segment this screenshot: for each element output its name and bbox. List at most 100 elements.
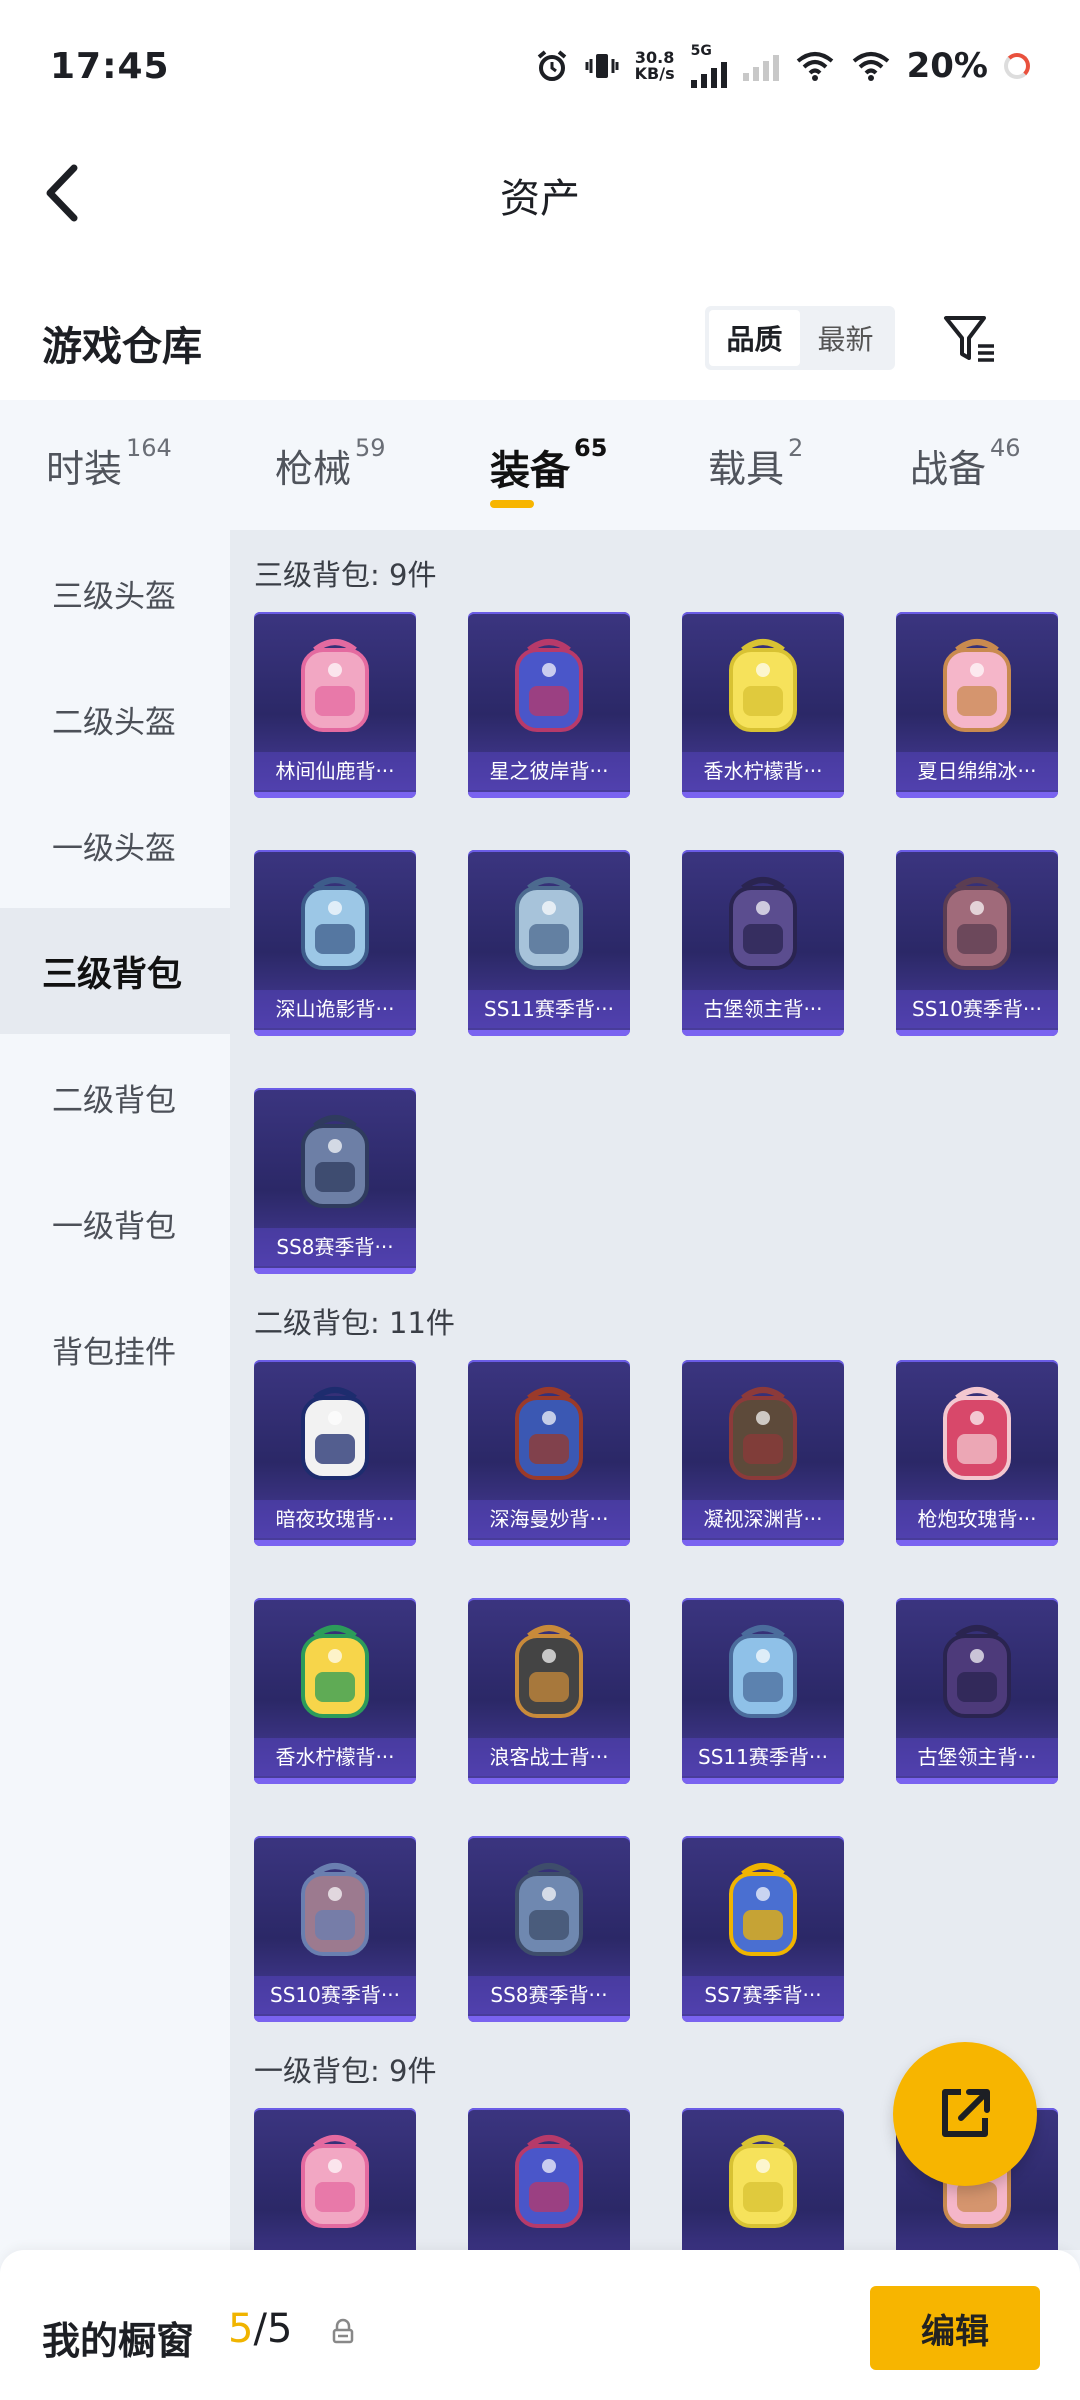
item-card[interactable]: 深海曼妙背···: [468, 1360, 630, 1546]
backpack-icon: [943, 1625, 1011, 1718]
tab-label: 枪械: [275, 447, 352, 491]
item-card[interactable]: 夏日绵绵冰···: [896, 612, 1058, 798]
alarm-icon: [537, 50, 566, 81]
sidebar-item-backpack-2[interactable]: 二级背包: [0, 1034, 230, 1160]
backpack-icon: [515, 639, 583, 732]
item-card[interactable]: 古堡领主背···: [896, 1598, 1058, 1784]
item-card[interactable]: 浪客战士背···: [468, 1598, 630, 1784]
item-card[interactable]: 枪炮玫瑰背···: [896, 1360, 1058, 1546]
tab-count: 46: [990, 434, 1021, 462]
section-title: 二级背包: 11件: [254, 1306, 455, 1340]
app-header: 资产: [0, 140, 1080, 250]
item-card-label: 古堡领主背···: [896, 1738, 1058, 1776]
sidebar-item-backpack-charm[interactable]: 背包挂件: [0, 1286, 230, 1412]
tab-label: 时装: [46, 447, 123, 491]
backpack-icon: [515, 1625, 583, 1718]
tab-label: 载具: [708, 447, 785, 491]
showcase-count-current: 5: [228, 2306, 254, 2352]
item-card-label: SS8赛季背···: [254, 1228, 416, 1266]
sidebar-item-backpack-3[interactable]: 三级背包: [0, 908, 230, 1034]
active-tab-indicator: [490, 500, 534, 508]
network-speed: 30.8 KB/s: [635, 50, 675, 82]
backpack-icon: [729, 1387, 797, 1480]
item-card-label: 深山诡影背···: [254, 990, 416, 1028]
backpack-icon: [729, 639, 797, 732]
item-card[interactable]: SS11赛季背···: [468, 850, 630, 1036]
backpack-icon: [301, 1625, 369, 1718]
wifi-icon-2: [852, 52, 889, 81]
section-title: 三级背包: 9件: [254, 558, 437, 592]
warehouse-header: 游戏仓库 品质 最新: [0, 250, 1080, 400]
sort-newest-button[interactable]: 最新: [800, 310, 891, 366]
vibrate-icon: [585, 54, 619, 78]
share-button[interactable]: [893, 2042, 1037, 2186]
tab-equipment[interactable]: 装备 65: [490, 434, 607, 496]
backpack-icon: [301, 639, 369, 732]
backpack-icon: [301, 1387, 369, 1480]
sidebar-item-helmet-1[interactable]: 一级头盔: [0, 782, 230, 908]
item-card-label: 暗夜玫瑰背···: [254, 1500, 416, 1538]
backpack-icon: [943, 639, 1011, 732]
lock-icon: [332, 2318, 354, 2344]
page-title: 资产: [500, 176, 580, 222]
sidebar-item-helmet-3[interactable]: 三级头盔: [0, 530, 230, 656]
item-card-label: 枪炮玫瑰背···: [896, 1500, 1058, 1538]
tab-vehicles[interactable]: 载具 2: [708, 434, 803, 493]
battery-icon: [1004, 53, 1030, 79]
tab-count: 2: [788, 434, 804, 462]
item-card[interactable]: SS11赛季背···: [682, 1598, 844, 1784]
filter-icon[interactable]: [940, 308, 1000, 368]
item-card[interactable]: SS8赛季背···: [254, 1088, 416, 1274]
network-type: 5G: [690, 43, 712, 59]
item-card-label: SS10赛季背···: [896, 990, 1058, 1028]
backpack-icon: [301, 877, 369, 970]
edit-button[interactable]: 编辑: [870, 2286, 1040, 2370]
backpack-icon: [943, 877, 1011, 970]
item-card-label: 林间仙鹿背···: [254, 752, 416, 790]
backpack-icon: [515, 877, 583, 970]
sidebar-item-helmet-2[interactable]: 二级头盔: [0, 656, 230, 782]
item-card-label: SS7赛季背···: [682, 1976, 844, 2014]
tab-count: 65: [574, 434, 608, 462]
section-title: 一级背包: 9件: [254, 2054, 437, 2088]
item-card[interactable]: [254, 2108, 416, 2250]
wifi-icon: [796, 52, 833, 81]
item-card[interactable]: SS10赛季背···: [896, 850, 1058, 1036]
tab-count: 164: [126, 434, 172, 462]
tab-fashion[interactable]: 时装 164: [46, 434, 172, 493]
showcase-count: 5/5: [228, 2306, 292, 2352]
item-card[interactable]: 香水柠檬背···: [682, 612, 844, 798]
status-time: 17:45: [50, 46, 170, 87]
item-card[interactable]: [682, 2108, 844, 2250]
item-card[interactable]: SS8赛季背···: [468, 1836, 630, 2022]
item-card[interactable]: 暗夜玫瑰背···: [254, 1360, 416, 1546]
item-card[interactable]: 林间仙鹿背···: [254, 612, 416, 798]
backpack-icon: [515, 1863, 583, 1956]
showcase-count-separator: /: [253, 2306, 267, 2352]
subcategory-sidebar: 三级头盔 二级头盔 一级头盔 三级背包 二级背包 一级背包 背包挂件: [0, 530, 230, 2250]
item-card[interactable]: [468, 2108, 630, 2250]
signal-5g: 5G: [690, 43, 727, 88]
signal-sim2-icon: [742, 51, 779, 81]
tab-supplies[interactable]: 战备 46: [910, 434, 1021, 493]
item-card-label: SS11赛季背···: [468, 990, 630, 1028]
item-card[interactable]: 深山诡影背···: [254, 850, 416, 1036]
item-card[interactable]: 凝视深渊背···: [682, 1360, 844, 1546]
status-icons: 30.8 KB/s 5G 20%: [535, 44, 1030, 88]
share-external-icon: [942, 2089, 990, 2137]
item-card[interactable]: 星之彼岸背···: [468, 612, 630, 798]
sidebar-item-backpack-1[interactable]: 一级背包: [0, 1160, 230, 1286]
tab-weapons[interactable]: 枪械 59: [275, 434, 386, 493]
item-card-label: 香水柠檬背···: [254, 1738, 416, 1776]
sort-quality-button[interactable]: 品质: [709, 310, 800, 366]
item-card[interactable]: 香水柠檬背···: [254, 1598, 416, 1784]
sort-toggle: 品质 最新: [705, 306, 895, 370]
showcase-label: 我的橱窗: [42, 2319, 195, 2363]
item-card[interactable]: SS10赛季背···: [254, 1836, 416, 2022]
item-card[interactable]: SS7赛季背···: [682, 1836, 844, 2022]
item-card[interactable]: 古堡领主背···: [682, 850, 844, 1036]
backpack-icon: [729, 1863, 797, 1956]
item-card-label: SS8赛季背···: [468, 1976, 630, 2014]
item-card-label: 古堡领主背···: [682, 990, 844, 1028]
backpack-icon: [301, 1115, 369, 1208]
